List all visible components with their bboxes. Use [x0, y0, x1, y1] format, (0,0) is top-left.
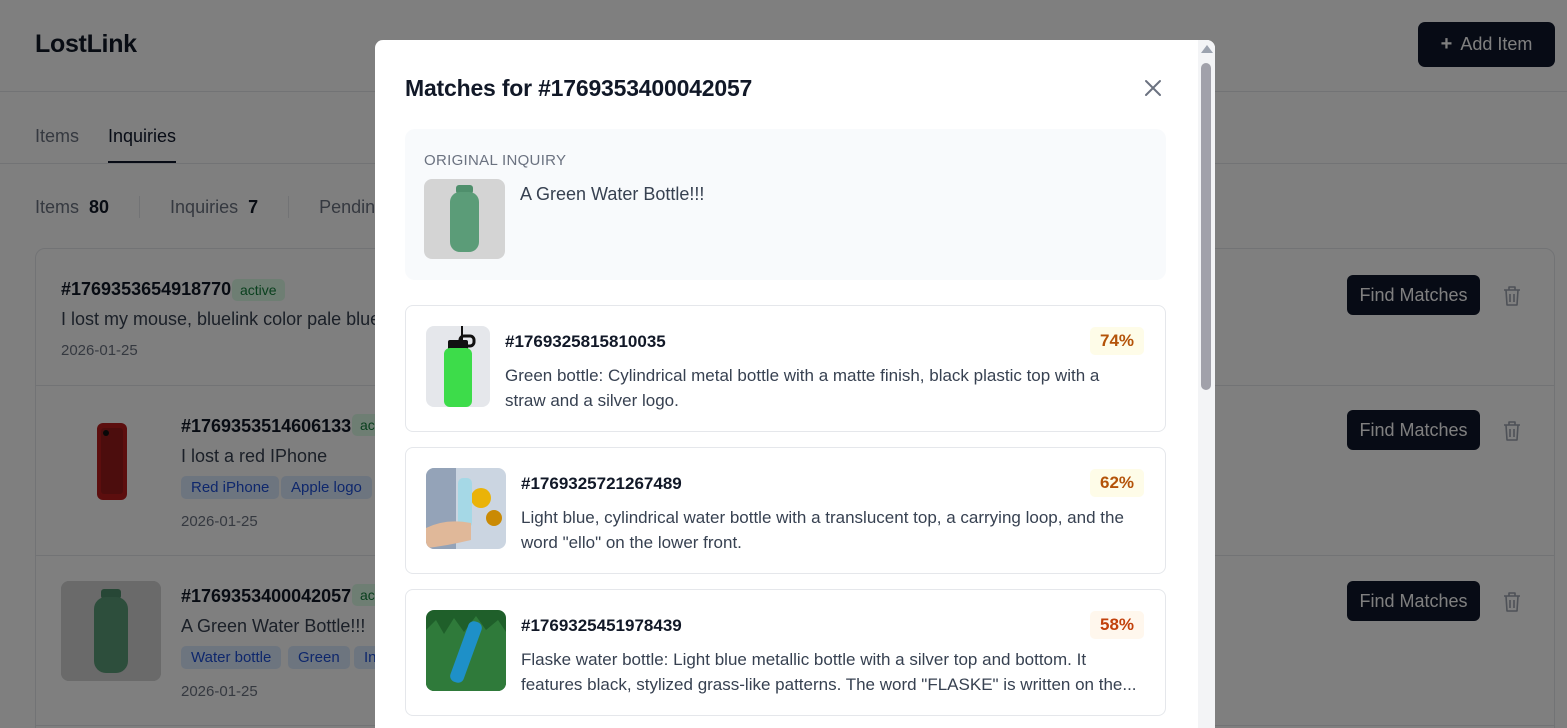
original-inquiry-card: ORIGINAL INQUIRY A Green Water Bottle!!!	[405, 129, 1166, 280]
match-card[interactable]: #1769325451978439 58% Flaske water bottl…	[405, 589, 1166, 716]
match-score-badge: 62%	[1090, 469, 1145, 497]
scrollbar-thumb[interactable]	[1201, 63, 1211, 390]
match-description: Green bottle: Cylindrical metal bottle w…	[505, 366, 1100, 410]
match-id: #1769325451978439	[521, 616, 682, 635]
modal-scrollbar[interactable]	[1198, 40, 1215, 728]
scroll-up-arrow-icon[interactable]	[1201, 45, 1213, 53]
match-image	[426, 610, 506, 691]
match-score-badge: 58%	[1090, 611, 1145, 639]
match-id: #1769325815810035	[505, 332, 666, 351]
match-id: #1769325721267489	[521, 474, 682, 493]
match-card[interactable]: #1769325815810035 74% Green bottle: Cyli…	[405, 305, 1166, 432]
match-image	[426, 326, 490, 407]
match-description: Flaske water bottle: Light blue metallic…	[521, 650, 1137, 694]
matches-modal: Matches for #1769353400042057 ORIGINAL I…	[375, 40, 1215, 728]
original-inquiry-image	[424, 179, 505, 259]
original-inquiry-text: A Green Water Bottle!!!	[520, 184, 705, 204]
match-description: Light blue, cylindrical water bottle wit…	[521, 508, 1124, 552]
original-inquiry-label: ORIGINAL INQUIRY	[424, 152, 567, 169]
close-icon[interactable]	[1143, 78, 1163, 98]
match-card[interactable]: #1769325721267489 62% Light blue, cylind…	[405, 447, 1166, 574]
match-image	[426, 468, 506, 549]
modal-title: Matches for #1769353400042057	[405, 75, 753, 101]
match-score-badge: 74%	[1090, 327, 1145, 355]
